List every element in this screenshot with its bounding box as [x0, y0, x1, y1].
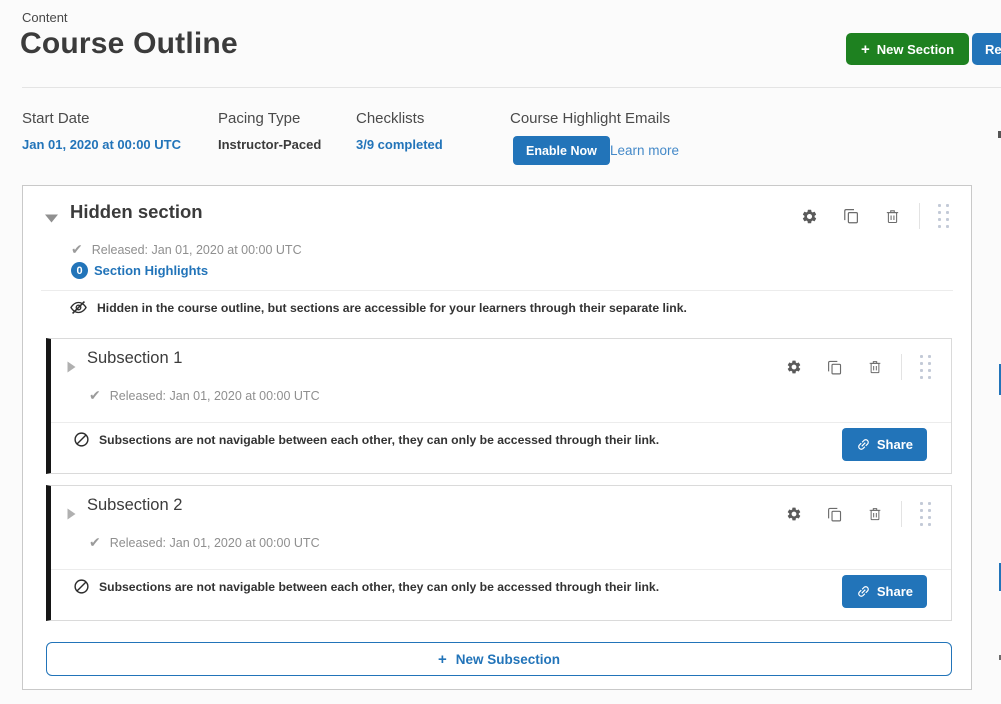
check-icon: ✔	[89, 389, 101, 403]
subsection-drag-handle[interactable]	[908, 349, 941, 385]
highlights-count-badge: 0	[71, 262, 88, 279]
plus-icon: +	[438, 652, 447, 667]
subsection-expand-button[interactable]	[65, 506, 78, 525]
subsection-title[interactable]: Subsection 2	[87, 496, 182, 515]
pacing-type-label: Pacing Type	[218, 110, 300, 127]
subsection-released-text: Released: Jan 01, 2020 at 00:00 UTC	[110, 536, 320, 550]
no-entry-icon	[73, 431, 90, 448]
subsection-notice: Subsections are not navigable between ea…	[73, 578, 659, 595]
subsection-delete-button[interactable]	[855, 353, 895, 381]
subsection-notice-text: Subsections are not navigable between ea…	[99, 433, 659, 447]
share-label: Share	[877, 584, 913, 599]
share-label: Share	[877, 437, 913, 452]
no-entry-icon	[73, 578, 90, 595]
subsection-divider	[51, 422, 951, 423]
trash-icon	[867, 506, 883, 522]
subsection-duplicate-button[interactable]	[814, 500, 855, 529]
caret-right-icon	[67, 361, 76, 373]
gear-icon	[786, 506, 802, 522]
highlight-emails-label: Course Highlight Emails	[510, 110, 670, 127]
subsection-configure-button[interactable]	[774, 500, 814, 528]
duplicate-icon	[826, 506, 843, 523]
eye-off-icon	[69, 298, 88, 317]
breadcrumb[interactable]: Content	[22, 10, 68, 25]
pacing-type-value: Instructor-Paced	[218, 137, 321, 152]
subsection-actions	[774, 349, 941, 385]
new-subsection-button[interactable]: + New Subsection	[46, 642, 952, 676]
section-released-text: Released: Jan 01, 2020 at 00:00 UTC	[92, 243, 302, 257]
section-configure-button[interactable]	[789, 202, 830, 231]
actions-divider	[919, 203, 920, 229]
section-released-row: ✔ Released: Jan 01, 2020 at 00:00 UTC	[71, 243, 302, 257]
checklists-value[interactable]: 3/9 completed	[356, 137, 443, 152]
reindex-label: Rein	[985, 42, 1001, 57]
link-icon	[853, 434, 874, 455]
duplicate-icon	[842, 207, 860, 225]
subsection-expand-button[interactable]	[65, 359, 78, 378]
caret-down-icon	[45, 214, 58, 223]
subsection-delete-button[interactable]	[855, 500, 895, 528]
subsection-released-text: Released: Jan 01, 2020 at 00:00 UTC	[110, 389, 320, 403]
subsection-released-row: ✔ Released: Jan 01, 2020 at 00:00 UTC	[89, 389, 320, 403]
caret-right-icon	[67, 508, 76, 520]
subsection-divider	[51, 569, 951, 570]
subsection-actions	[774, 496, 941, 532]
actions-divider	[901, 501, 902, 527]
check-icon: ✔	[89, 536, 101, 550]
section-delete-button[interactable]	[872, 202, 913, 231]
link-icon	[853, 581, 874, 602]
section-collapse-button[interactable]	[43, 209, 60, 228]
new-section-button[interactable]: + New Section	[846, 33, 969, 65]
duplicate-icon	[826, 359, 843, 376]
check-icon: ✔	[71, 243, 83, 257]
trash-icon	[867, 359, 883, 375]
subsection-card: Subsection 2 ✔ Released: Jan 01, 2020 at…	[46, 485, 952, 621]
section-highlights-link[interactable]: 0 Section Highlights	[71, 262, 208, 279]
subsection-notice: Subsections are not navigable between ea…	[73, 431, 659, 448]
gear-icon	[801, 208, 818, 225]
subsection-duplicate-button[interactable]	[814, 353, 855, 382]
subsection-configure-button[interactable]	[774, 353, 814, 381]
hidden-section-notice: Hidden in the course outline, but sectio…	[69, 298, 687, 317]
page-title: Course Outline	[20, 27, 238, 61]
section-title[interactable]: Hidden section	[70, 201, 203, 223]
section-divider	[41, 290, 953, 291]
actions-divider	[901, 354, 902, 380]
new-section-label: New Section	[877, 42, 954, 57]
reindex-button[interactable]: Rein	[972, 33, 1001, 65]
subsection-released-row: ✔ Released: Jan 01, 2020 at 00:00 UTC	[89, 536, 320, 550]
subsection-notice-text: Subsections are not navigable between ea…	[99, 580, 659, 594]
trash-icon	[884, 208, 901, 225]
learn-more-link[interactable]: Learn more	[610, 143, 679, 158]
subsection-card: Subsection 1 ✔ Released: Jan 01, 2020 at…	[46, 338, 952, 474]
start-date-label: Start Date	[22, 110, 90, 127]
highlights-link-label: Section Highlights	[94, 263, 208, 278]
section-drag-handle[interactable]	[926, 198, 959, 234]
section-actions	[789, 198, 959, 234]
section-duplicate-button[interactable]	[830, 201, 872, 231]
plus-icon: +	[861, 42, 870, 57]
gear-icon	[786, 359, 802, 375]
enable-now-button[interactable]: Enable Now	[513, 136, 610, 165]
hidden-notice-text: Hidden in the course outline, but sectio…	[97, 301, 687, 315]
header-divider	[22, 87, 1001, 88]
checklists-label: Checklists	[356, 110, 424, 127]
share-button[interactable]: Share	[842, 575, 927, 608]
subsection-drag-handle[interactable]	[908, 496, 941, 532]
start-date-value[interactable]: Jan 01, 2020 at 00:00 UTC	[22, 137, 181, 152]
subsection-title[interactable]: Subsection 1	[87, 349, 182, 368]
section-card: Hidden section ✔ Released: Jan 01, 2020 …	[22, 185, 972, 690]
share-button[interactable]: Share	[842, 428, 927, 461]
new-subsection-label: New Subsection	[456, 652, 560, 667]
